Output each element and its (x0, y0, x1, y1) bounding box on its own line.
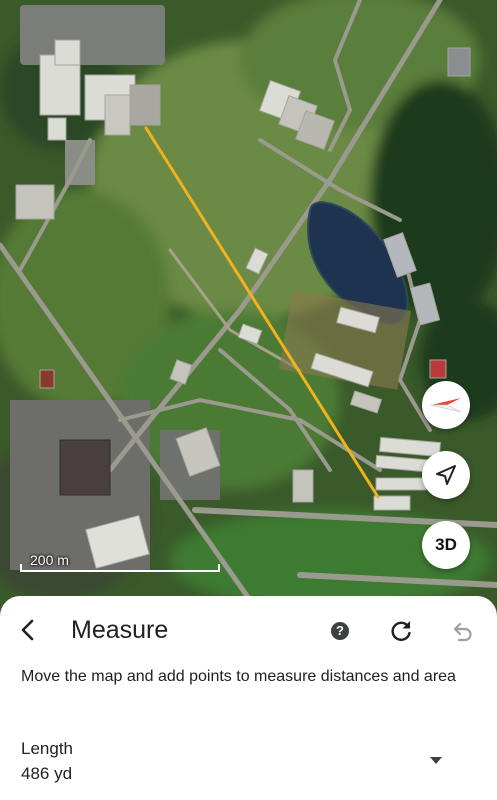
navigation-arrow-icon (436, 465, 456, 485)
help-icon[interactable]: ? (331, 622, 349, 640)
back-arrow-icon[interactable] (14, 616, 42, 644)
compass-icon (430, 398, 462, 413)
measurement-label: Length (21, 739, 73, 758)
dropdown-arrow-icon[interactable] (428, 756, 444, 766)
undo-icon[interactable] (449, 618, 475, 644)
instruction-text: Move the map and add points to measure d… (21, 668, 456, 685)
view-3d-button[interactable]: 3D (422, 521, 470, 569)
measurement-value: 486 yd (21, 764, 73, 783)
measure-panel: Measure ? Move the map and add points to… (0, 596, 497, 800)
panel-header: Measure ? (0, 596, 497, 664)
scale-bar: 200 m (20, 552, 220, 572)
compass-button[interactable] (422, 381, 470, 429)
view-3d-label: 3D (435, 535, 457, 554)
refresh-icon[interactable] (388, 618, 414, 644)
my-location-button[interactable] (422, 451, 470, 499)
scale-line (20, 564, 220, 572)
satellite-map[interactable] (0, 0, 497, 620)
panel-title: Measure (71, 616, 169, 644)
